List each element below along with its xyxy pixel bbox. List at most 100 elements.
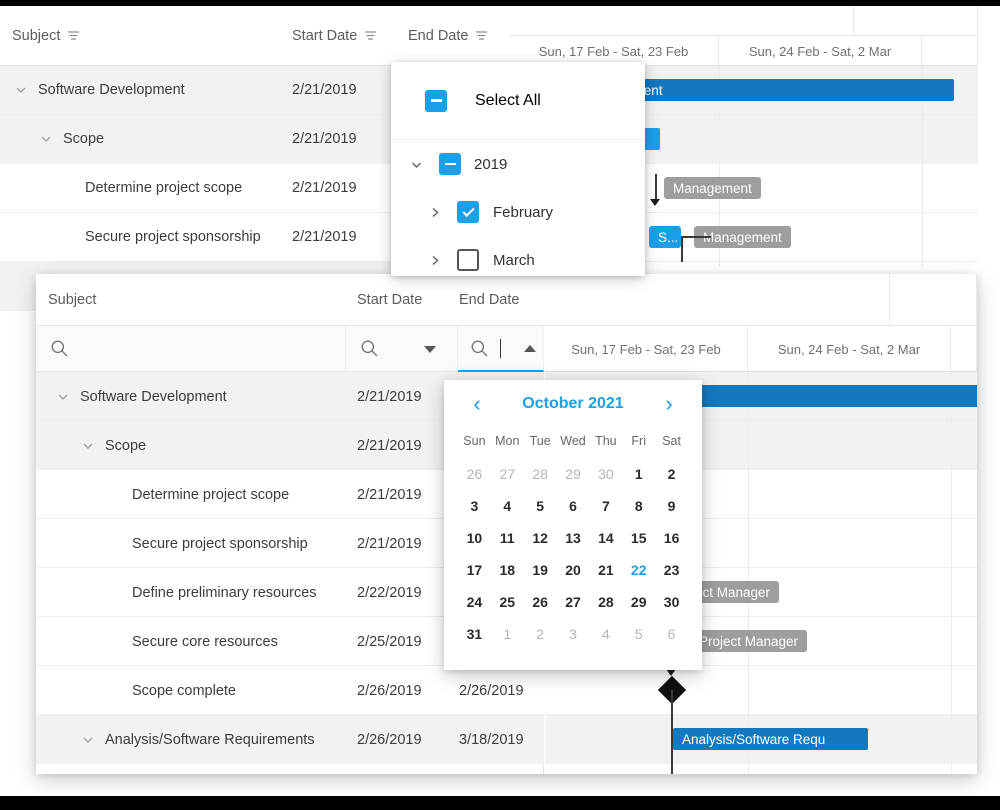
check-icon	[462, 204, 474, 216]
calendar-day[interactable]: 1	[622, 458, 655, 490]
calendar-day[interactable]: 10	[458, 522, 491, 554]
row-subject-label: Determine project scope	[85, 180, 242, 196]
calendar-day[interactable]: 28	[524, 458, 557, 490]
filter-group-2019[interactable]: 2019	[391, 140, 645, 188]
calendar-day[interactable]: 20	[557, 554, 590, 586]
date-picker-calendar[interactable]: ‹ October 2021 › Sun Mon Tue Wed Thu Fri…	[444, 380, 702, 670]
filter-select-all-row[interactable]: Select All	[391, 62, 645, 140]
calendar-day[interactable]: 17	[458, 554, 491, 586]
column-header-subject[interactable]: Subject	[12, 6, 80, 66]
calendar-day[interactable]: 6	[655, 618, 688, 650]
gantt-resource-label: Project Manager	[690, 630, 807, 652]
calendar-day[interactable]: 13	[557, 522, 590, 554]
row-subject-cell: Software Development	[56, 372, 227, 421]
search-cell-end-date[interactable]	[458, 326, 544, 372]
column-header-end-date[interactable]: End Date	[459, 274, 519, 326]
calendar-day[interactable]: 29	[622, 586, 655, 618]
calendar-day[interactable]: 26	[458, 458, 491, 490]
chevron-down-icon[interactable]	[81, 439, 95, 453]
chevron-down-icon[interactable]	[424, 346, 436, 353]
filter-checkbox-february[interactable]	[457, 201, 479, 223]
gantt-bar-secure-project-sponsorship[interactable]: S...	[649, 226, 681, 248]
timeline-week-cell: Sun, 24 Feb - Sat, 2 Mar	[748, 326, 951, 372]
calendar-day[interactable]: 14	[589, 522, 622, 554]
chevron-down-icon[interactable]	[39, 132, 53, 146]
filter-icon[interactable]	[364, 29, 377, 46]
calendar-day[interactable]: 7	[589, 490, 622, 522]
calendar-day[interactable]: 27	[557, 586, 590, 618]
calendar-prev-month-button[interactable]: ‹	[466, 393, 488, 415]
search-icon[interactable]	[50, 339, 69, 358]
column-header-start-date[interactable]: Start Date	[357, 274, 422, 326]
calendar-day[interactable]: 27	[491, 458, 524, 490]
calendar-day[interactable]: 2	[655, 458, 688, 490]
row-subject-cell: Scope complete	[132, 666, 236, 715]
chevron-right-icon[interactable]	[427, 253, 443, 268]
calendar-day[interactable]: 4	[491, 490, 524, 522]
calendar-day[interactable]: 30	[655, 586, 688, 618]
row-start-date: 2/21/2019	[357, 519, 422, 568]
calendar-day[interactable]: 3	[458, 490, 491, 522]
calendar-day[interactable]: 5	[622, 618, 655, 650]
row-start-date: 2/25/2019	[357, 617, 422, 666]
filter-checkbox-march[interactable]	[457, 249, 479, 271]
filter-item-february[interactable]: February	[391, 188, 645, 236]
table-row[interactable]: Analysis/Software Requirements 2/26/2019…	[36, 715, 544, 764]
row-subject-label: Scope	[63, 131, 104, 147]
gantt-resource-label: Management	[664, 177, 761, 199]
calendar-day[interactable]: 30	[589, 458, 622, 490]
filter-icon[interactable]	[67, 29, 80, 46]
table-row[interactable]: Scope complete 2/26/2019 2/26/2019	[36, 666, 544, 715]
calendar-day[interactable]: 4	[589, 618, 622, 650]
foreground-timeline-week-header: Sun, 17 Feb - Sat, 23 Feb Sun, 24 Feb - …	[545, 326, 977, 372]
column-header-subject[interactable]: Subject	[48, 274, 96, 326]
row-start-date: 2/26/2019	[357, 666, 422, 715]
calendar-day[interactable]: 26	[524, 586, 557, 618]
calendar-day[interactable]: 2	[524, 618, 557, 650]
calendar-day[interactable]: 31	[458, 618, 491, 650]
calendar-day[interactable]: 25	[491, 586, 524, 618]
calendar-day[interactable]: 5	[524, 490, 557, 522]
filter-item-march[interactable]: March	[391, 236, 645, 276]
filter-icon[interactable]	[475, 29, 488, 46]
chevron-down-icon[interactable]	[405, 157, 427, 172]
calendar-day[interactable]: 29	[557, 458, 590, 490]
calendar-day[interactable]: 9	[655, 490, 688, 522]
search-cell-start-date[interactable]	[346, 326, 458, 372]
calendar-day[interactable]: 15	[622, 522, 655, 554]
calendar-day[interactable]: 3	[557, 618, 590, 650]
timeline-gridline	[748, 372, 749, 774]
column-header-start-date-label: Start Date	[292, 28, 357, 44]
calendar-day[interactable]: 8	[622, 490, 655, 522]
background-timeline-top-header	[509, 6, 978, 36]
calendar-day[interactable]: 6	[557, 490, 590, 522]
select-all-checkbox[interactable]	[425, 90, 447, 112]
chevron-down-icon[interactable]	[14, 83, 28, 97]
chevron-right-icon[interactable]	[427, 205, 443, 220]
calendar-day[interactable]: 1	[491, 618, 524, 650]
chevron-down-icon[interactable]	[56, 390, 70, 404]
filter-dropdown-popup[interactable]: Select All 2019 February Ma	[391, 62, 645, 276]
calendar-day[interactable]: 23	[655, 554, 688, 586]
calendar-day[interactable]: 22	[622, 554, 655, 586]
calendar-day[interactable]: 11	[491, 522, 524, 554]
calendar-day[interactable]: 19	[524, 554, 557, 586]
calendar-day[interactable]: 21	[589, 554, 622, 586]
search-cell-subject[interactable]	[36, 326, 346, 372]
group-checkbox-2019[interactable]	[439, 153, 461, 175]
search-input-subject[interactable]	[78, 337, 328, 361]
calendar-title[interactable]: October 2021	[488, 395, 658, 413]
calendar-next-month-button[interactable]: ›	[658, 393, 680, 415]
gantt-bar-analysis-software-requirements[interactable]: Analysis/Software Requ	[673, 728, 868, 750]
calendar-day[interactable]: 18	[491, 554, 524, 586]
chevron-down-icon[interactable]	[81, 733, 95, 747]
calendar-day[interactable]: 24	[458, 586, 491, 618]
chevron-up-icon[interactable]	[524, 345, 536, 352]
column-header-start-date[interactable]: Start Date	[292, 6, 377, 66]
calendar-day[interactable]: 16	[655, 522, 688, 554]
calendar-day[interactable]: 12	[524, 522, 557, 554]
column-header-end-date[interactable]: End Date	[408, 6, 488, 66]
search-icon[interactable]	[470, 339, 489, 358]
calendar-day[interactable]: 28	[589, 586, 622, 618]
search-icon[interactable]	[360, 339, 379, 358]
